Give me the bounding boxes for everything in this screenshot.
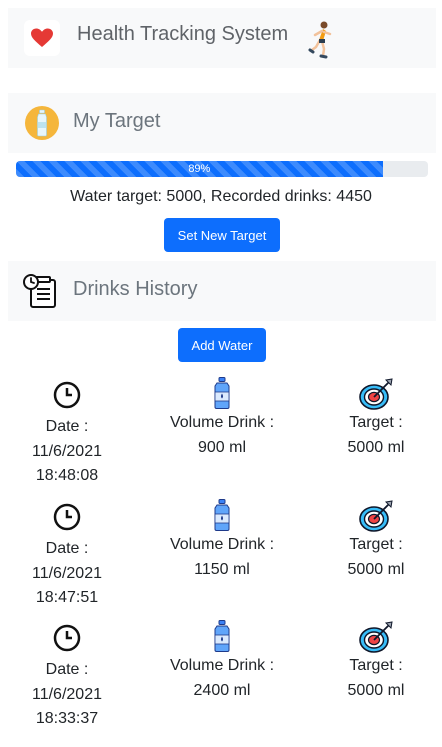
target-label: Target : <box>349 657 403 674</box>
set-new-target-button[interactable]: Set New Target <box>164 218 280 252</box>
record-target: 5000 ml <box>347 681 405 699</box>
add-water-button[interactable]: Add Water <box>178 328 266 362</box>
list-item: Date : 11/6/2021 18:47:51 Volume Drink :… <box>0 499 442 617</box>
water-bottle-icon <box>25 106 59 140</box>
clipboard-clock-icon <box>23 274 56 308</box>
record-date: 11/6/2021 <box>32 685 102 703</box>
list-item: Date : 11/6/2021 18:33:37 Volume Drink :… <box>0 620 442 738</box>
target-dart-icon <box>331 499 421 533</box>
date-label: Date : <box>45 418 89 435</box>
record-date: 11/6/2021 <box>32 564 102 582</box>
record-volume-cell: Volume Drink : 1150 ml <box>152 499 292 582</box>
record-volume-cell: Volume Drink : 2400 ml <box>152 620 292 703</box>
record-target-cell: Target : 5000 ml <box>331 499 421 582</box>
water-progress-bar: 89% <box>16 161 428 177</box>
record-volume: 2400 ml <box>193 681 251 699</box>
record-target: 5000 ml <box>347 560 405 578</box>
drinks-history-header: Drinks History <box>8 261 436 321</box>
app-header: Health Tracking System <box>8 8 436 68</box>
water-bottle-icon <box>152 377 292 411</box>
record-date-cell: Date : 11/6/2021 18:48:08 <box>22 377 112 489</box>
record-time: 18:33:37 <box>35 710 99 727</box>
clock-icon <box>22 624 112 658</box>
app-logo <box>24 20 60 56</box>
my-target-header: My Target <box>8 93 436 153</box>
record-date: 11/6/2021 <box>32 442 102 460</box>
record-time: 18:47:51 <box>35 589 99 606</box>
clock-icon <box>22 381 112 415</box>
date-label: Date : <box>45 540 89 557</box>
volume-label: Volume Drink : <box>169 536 275 553</box>
record-date-cell: Date : 11/6/2021 18:33:37 <box>22 620 112 732</box>
volume-label: Volume Drink : <box>169 414 275 431</box>
my-target-title: My Target <box>73 110 161 132</box>
heart-icon <box>31 28 53 47</box>
drinks-history-title: Drinks History <box>73 278 198 300</box>
target-label: Target : <box>349 536 403 553</box>
water-bottle-icon <box>152 499 292 533</box>
clock-icon <box>22 503 112 537</box>
water-progress-fill: 89% <box>16 161 383 177</box>
record-target-cell: Target : 5000 ml <box>331 377 421 460</box>
runner-icon <box>308 21 332 59</box>
record-volume: 900 ml <box>197 438 247 456</box>
target-dart-icon <box>331 620 421 654</box>
date-label: Date : <box>45 661 89 678</box>
list-item: Date : 11/6/2021 18:48:08 Volume Drink :… <box>0 377 442 495</box>
app-title: Health Tracking System <box>77 23 289 45</box>
target-label: Target : <box>349 414 403 431</box>
target-summary: Water target: 5000, Recorded drinks: 445… <box>70 188 372 205</box>
water-bottle-icon <box>152 620 292 654</box>
record-target-cell: Target : 5000 ml <box>331 620 421 703</box>
record-volume-cell: Volume Drink : 900 ml <box>152 377 292 460</box>
volume-label: Volume Drink : <box>169 657 275 674</box>
record-target: 5000 ml <box>347 438 405 456</box>
record-time: 18:48:08 <box>35 467 99 484</box>
target-dart-icon <box>331 377 421 411</box>
record-volume: 1150 ml <box>194 560 250 578</box>
record-date-cell: Date : 11/6/2021 18:47:51 <box>22 499 112 611</box>
